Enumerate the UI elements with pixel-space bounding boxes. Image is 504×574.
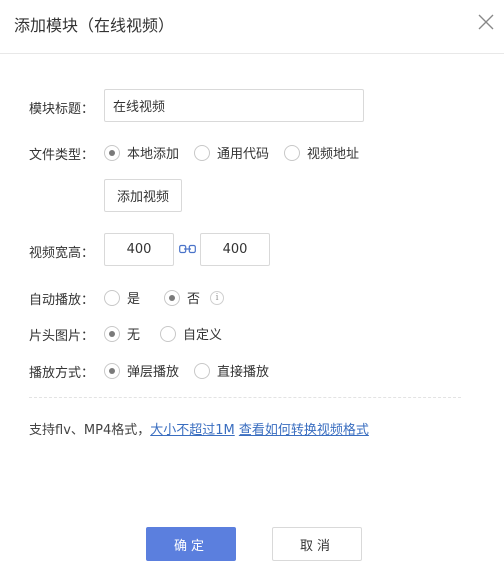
info-icon[interactable]: i	[210, 290, 225, 305]
autoplay-option-label: 是	[127, 292, 141, 307]
module-title-label: 模块标题：	[29, 102, 95, 117]
radio-unchecked-icon[interactable]	[160, 325, 177, 342]
play-mode-option-popup[interactable]: 弹层播放	[104, 361, 179, 380]
dialog-title: 添加模块（在线视频）	[14, 16, 175, 35]
play-mode-label: 播放方式：	[29, 366, 95, 381]
radio-checked-icon[interactable]	[104, 325, 120, 342]
convert-format-link[interactable]: 查看如何转换视频格式	[239, 423, 369, 438]
file-type-option-local[interactable]: 本地添加	[104, 143, 179, 162]
autoplay-option-no[interactable]: 否	[164, 288, 200, 307]
header-image-option-label: 无	[127, 328, 141, 343]
header-image-option-custom[interactable]: 自定义	[160, 324, 222, 343]
confirm-button[interactable]: 确定	[146, 527, 236, 561]
file-type-label: 文件类型：	[29, 148, 95, 163]
file-type-option-label: 本地添加	[127, 147, 180, 162]
module-title-input[interactable]	[104, 89, 364, 122]
file-type-option-label: 通用代码	[217, 147, 270, 162]
file-type-option-label: 视频地址	[307, 147, 360, 162]
header-image-option-none[interactable]: 无	[104, 324, 140, 343]
divider	[29, 397, 461, 398]
autoplay-option-yes[interactable]: 是	[104, 288, 140, 307]
radio-checked-icon[interactable]	[104, 144, 120, 161]
file-type-option-url[interactable]: 视频地址	[284, 143, 359, 162]
format-note: 支持flv、MP4格式，大小不超过1M 查看如何转换视频格式	[29, 419, 369, 438]
video-size-label: 视频宽高：	[29, 246, 95, 261]
radio-unchecked-icon[interactable]	[104, 289, 120, 306]
play-mode-option-label: 直接播放	[217, 365, 270, 380]
file-type-radio-group: 本地添加 通用代码 视频地址	[104, 143, 371, 162]
play-mode-radio-group: 弹层播放 直接播放	[104, 361, 281, 380]
header-image-radio-group: 无 自定义	[104, 324, 234, 343]
dialog-header: 添加模块（在线视频）	[0, 0, 504, 54]
close-icon[interactable]	[476, 12, 496, 32]
add-video-button[interactable]: 添加视频	[104, 179, 182, 212]
header-image-label: 片头图片：	[29, 329, 95, 344]
cancel-button[interactable]: 取消	[272, 527, 362, 561]
radio-checked-icon[interactable]	[104, 362, 120, 379]
file-type-option-code[interactable]: 通用代码	[194, 143, 269, 162]
radio-unchecked-icon[interactable]	[194, 144, 211, 161]
video-height-input[interactable]	[200, 233, 270, 266]
autoplay-label: 自动播放：	[29, 293, 95, 308]
radio-checked-icon[interactable]	[164, 289, 181, 306]
link-icon[interactable]	[179, 242, 196, 256]
play-mode-option-direct[interactable]: 直接播放	[194, 361, 269, 380]
radio-unchecked-icon[interactable]	[194, 362, 211, 379]
autoplay-radio-group: 是 否 i	[104, 288, 225, 307]
size-limit-link[interactable]: 大小不超过1M	[150, 423, 235, 438]
play-mode-option-label: 弹层播放	[127, 365, 180, 380]
radio-unchecked-icon[interactable]	[284, 144, 301, 161]
video-width-input[interactable]	[104, 233, 174, 266]
format-note-text: 支持flv、MP4格式，	[29, 423, 151, 438]
autoplay-option-label: 否	[187, 292, 201, 307]
header-image-option-label: 自定义	[183, 328, 223, 343]
